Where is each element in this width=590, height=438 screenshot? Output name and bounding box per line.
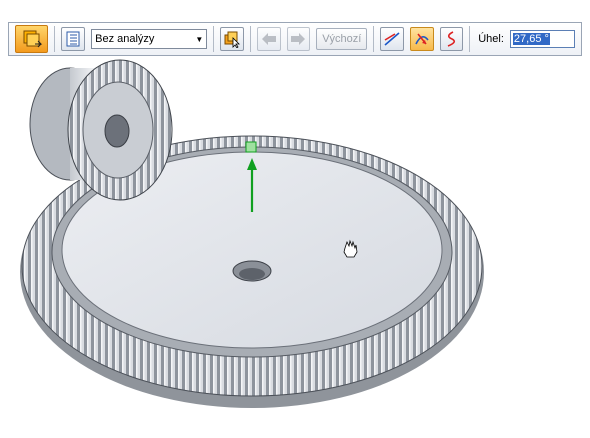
default-button-label: Výchozí (322, 33, 362, 45)
toolbar-separator (373, 26, 375, 52)
linear-direction-button[interactable] (380, 27, 404, 51)
analysis-dropdown[interactable]: Bez analýzy ▼ (91, 29, 208, 49)
analysis-dropdown-value: Bez analýzy (95, 33, 155, 45)
command-toolbar: Bez analýzy ▼ Výchozí Úhel: 27,65 ° (8, 22, 582, 56)
default-button[interactable]: Výchozí (316, 28, 368, 50)
list-icon (66, 31, 80, 47)
toolbar-separator (469, 26, 471, 52)
orange-sheet-icon (23, 30, 42, 48)
arrow-right-icon (291, 33, 306, 45)
toolbar-separator (213, 26, 215, 52)
sheet-select-button[interactable] (15, 25, 49, 53)
toolbar-separator (54, 26, 56, 52)
angle-label: Úhel: (478, 33, 504, 45)
3d-viewport[interactable] (0, 56, 590, 438)
chevron-down-icon: ▼ (195, 34, 204, 44)
curve-button[interactable] (439, 27, 464, 51)
angle-input[interactable]: 27,65 ° (509, 30, 575, 48)
toolbar-separator (249, 26, 251, 52)
line-direction-icon (384, 32, 400, 46)
arrow-left-icon (261, 33, 276, 45)
angle-input-value: 27,65 ° (512, 33, 550, 45)
curve-icon (448, 31, 456, 47)
rotate-direction-icon (415, 33, 429, 45)
select-tool-button[interactable] (220, 27, 244, 51)
select-cursor-icon (224, 31, 241, 48)
next-button[interactable] (286, 27, 311, 51)
rotate-direction-button[interactable] (409, 27, 434, 51)
small-pinion-gear[interactable] (29, 59, 173, 201)
options-button[interactable] (61, 27, 86, 51)
previous-button[interactable] (256, 27, 281, 51)
